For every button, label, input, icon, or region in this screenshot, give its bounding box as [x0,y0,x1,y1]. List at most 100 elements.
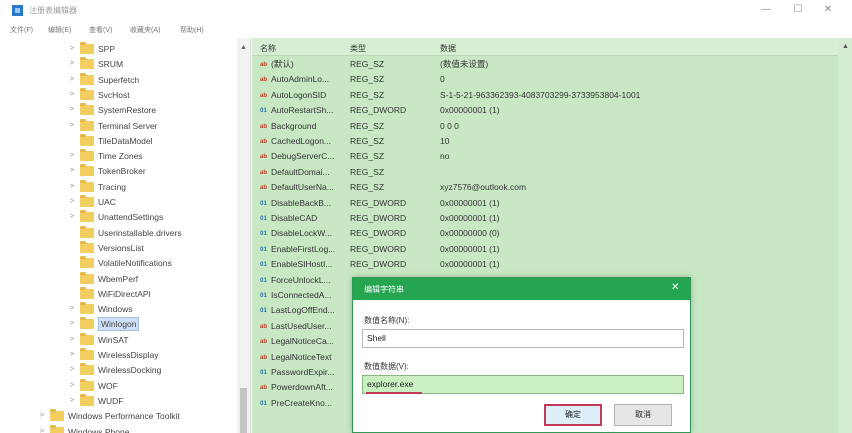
chevron-right-icon[interactable]: > [70,301,78,317]
registry-value-row[interactable]: ab AutoLogonSID REG_SZ S-1-5-21-963362393-4… [252,88,837,103]
menu-view[interactable]: 查看(V) [89,25,112,35]
string-value-icon: ab [259,339,267,346]
folder-icon [80,87,94,100]
tree-scrollbar[interactable] [237,38,250,433]
tree-item[interactable]: WiFiDirectAPI [0,286,236,302]
chevron-right-icon[interactable]: > [70,118,78,134]
tree-item[interactable]: > UnattendSettings [0,209,236,225]
tree-item[interactable]: > Time Zones [0,148,236,164]
chevron-right-icon[interactable]: > [70,41,78,57]
tree-item-label: Userinstallable.drivers [98,227,182,238]
chevron-right-icon[interactable]: > [70,332,78,348]
column-data-header[interactable]: 数据 [440,43,456,54]
tree-item[interactable]: > SPP [0,41,236,57]
minimize-button[interactable]: — [754,3,778,17]
menu-help[interactable]: 帮助(H) [180,25,204,35]
tree-item[interactable]: > UAC [0,194,236,210]
chevron-right-icon[interactable]: > [70,163,78,179]
folder-icon [80,133,94,146]
registry-value-row[interactable]: ab (默认) REG_SZ (数值未设置) [252,57,837,72]
tree-item[interactable]: VersionsList [0,240,236,256]
registry-value-row[interactable]: ab AutoAdminLo... REG_SZ 0 [252,72,837,87]
registry-value-row[interactable]: 01 DisableCAD REG_DWORD 0x00000001 (1) [252,211,837,226]
tree-item-label: WirelessDocking [98,365,162,376]
close-icon[interactable]: ✕ [671,282,679,293]
tree-scrollbar-thumb[interactable] [240,388,247,433]
tree-item[interactable]: > Superfetch [0,72,236,88]
tree-item-label: Windows Phone [68,426,130,433]
column-name-header[interactable]: 名称 [260,43,276,54]
tree-item[interactable]: TileDataModel [0,133,236,149]
tree-item[interactable]: > SystemRestore [0,102,236,118]
registry-value-row[interactable]: ab CachedLogon... REG_SZ 10 [252,134,837,149]
chevron-right-icon[interactable]: > [40,424,48,433]
tree-item[interactable]: WbemPerf [0,271,236,287]
chevron-right-icon[interactable]: > [70,362,78,378]
close-button[interactable]: ✕ [816,3,840,17]
tree-item[interactable]: > Windows Performance Toolkit [0,408,236,424]
cancel-button[interactable]: 取消 [614,404,672,426]
tree-item[interactable]: > SRUM [0,56,236,72]
chevron-right-icon[interactable]: > [70,194,78,210]
value-name: DefaultDomai... [271,166,330,177]
tree-item[interactable]: > Windows [0,301,236,317]
maximize-button[interactable]: ☐ [786,3,810,17]
chevron-right-icon[interactable]: > [70,378,78,394]
tree-item[interactable]: > SvcHost [0,87,236,103]
registry-value-row[interactable]: 01 EnableSIHostI... REG_DWORD 0x00000001 (1… [252,257,837,272]
chevron-right-icon[interactable]: > [70,179,78,195]
list-scrollbar[interactable] [838,38,852,433]
tree-item[interactable]: VolatileNotifications [0,255,236,271]
value-type: REG_SZ [350,182,385,193]
ok-button[interactable]: 确定 [544,404,602,426]
registry-value-row[interactable]: 01 EnableFirstLog... REG_DWORD 0x00000001 (… [252,242,837,257]
registry-value-row[interactable]: 01 DisableLockW... REG_DWORD 0x00000000 (0) [252,226,837,241]
chevron-right-icon[interactable]: > [70,72,78,88]
tree-item[interactable]: > WUDF [0,393,236,409]
value-name: CachedLogon... [271,136,332,146]
chevron-right-icon[interactable]: > [40,408,48,424]
chevron-right-icon[interactable]: > [70,102,78,118]
tree-item[interactable]: > WirelessDisplay [0,347,236,363]
chevron-right-icon[interactable]: > [70,316,78,332]
tree-item-label: WinSAT [98,334,129,345]
folder-icon [80,240,94,253]
chevron-right-icon[interactable]: > [70,87,78,103]
binary-value-icon: 01 [260,216,267,222]
binary-value-icon: 01 [260,108,267,115]
registry-value-row[interactable]: ab DefaultDomai... REG_SZ [252,165,837,180]
tree-item[interactable]: > Terminal Server [0,118,236,134]
tree-item[interactable]: > Windows Phone [0,424,236,433]
column-type-header[interactable]: 类型 [350,43,366,54]
tree-item[interactable]: > WinSAT [0,332,236,348]
menu-edit[interactable]: 编辑(E) [48,25,71,35]
chevron-up-icon[interactable]: ▲ [240,44,247,51]
tree-item[interactable]: Userinstallable.drivers [0,225,236,241]
chevron-up-icon[interactable]: ▲ [842,43,849,50]
menu-file[interactable]: 文件(F) [10,25,33,35]
chevron-right-icon[interactable]: > [70,148,78,164]
list-header: 名称 类型 数据 [252,38,852,56]
value-type: REG_SZ [350,59,385,69]
tree-item[interactable]: > WirelessDocking [0,362,236,378]
folder-icon [80,103,94,116]
tree-item[interactable]: > Tracing [0,179,236,195]
registry-value-row[interactable]: 01 AutoRestartSh... REG_DWORD 0x00000001 (1… [252,103,837,118]
tree-item[interactable]: > TokenBroker [0,163,236,179]
tree-item[interactable]: > WOF [0,378,236,394]
tree-item[interactable]: > Winlogon [0,316,236,332]
registry-value-row[interactable]: ab DebugServerC... REG_SZ no [252,149,837,164]
chevron-right-icon[interactable]: > [70,347,78,363]
chevron-right-icon[interactable]: > [70,209,78,225]
value-data: 10 [440,136,450,146]
regedit-app-icon [12,5,23,16]
dialog-title-bar[interactable]: 编辑字符串 ✕ [353,278,690,300]
registry-value-row[interactable]: ab Background REG_SZ 0 0 0 [252,119,837,134]
menu-favorites[interactable]: 收藏夹(A) [130,25,160,35]
menu-bar: 文件(F) 编辑(E) 查看(V) 收藏夹(A) 帮助(H) [0,21,852,38]
chevron-right-icon[interactable]: > [70,393,78,409]
registry-value-row[interactable]: ab DefaultUserNa... REG_SZ xyz7576@outlook.… [252,180,837,195]
registry-value-row[interactable]: 01 DisableBackB... REG_DWORD 0x00000001 (1) [252,196,837,211]
value-name-field[interactable]: Shell [362,329,684,348]
chevron-right-icon[interactable]: > [70,56,78,72]
